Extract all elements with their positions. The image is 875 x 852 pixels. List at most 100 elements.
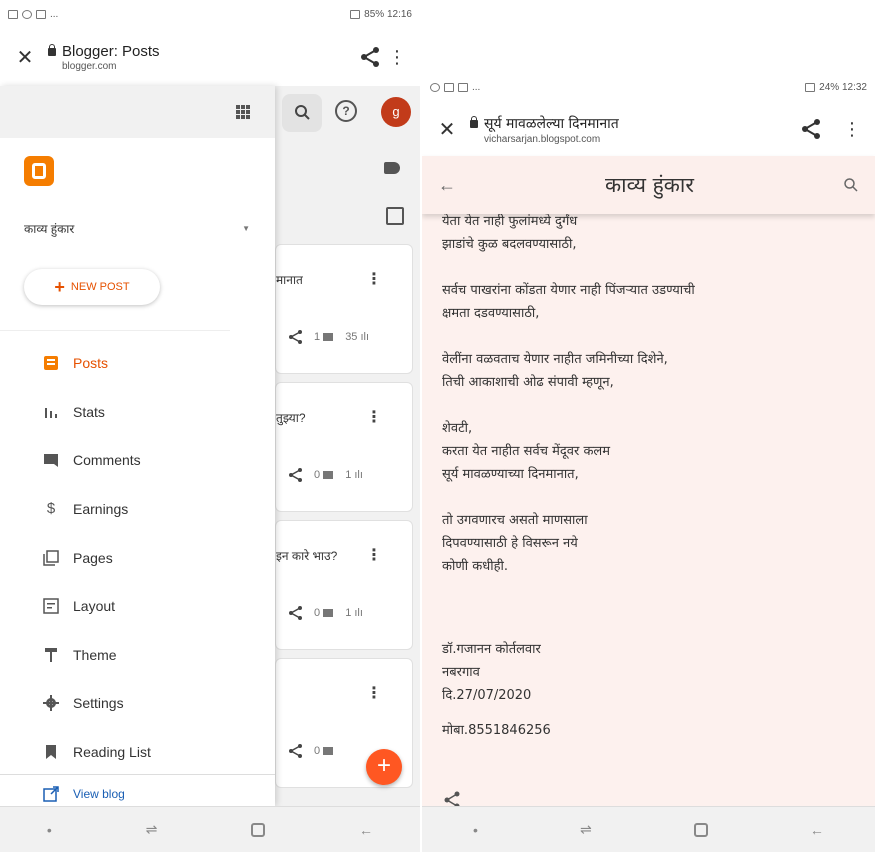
title-block[interactable]: Blogger: Posts blogger.com bbox=[62, 43, 358, 72]
facebook-icon bbox=[36, 9, 46, 19]
view-count: 1 ılı bbox=[345, 469, 363, 481]
cast-icon bbox=[805, 82, 816, 92]
comment-count: 0 bbox=[314, 607, 335, 619]
apps-grid-icon[interactable] bbox=[236, 105, 250, 119]
facebook-icon bbox=[444, 82, 454, 92]
page-title: Blogger: Posts bbox=[62, 42, 160, 60]
post-stats: 0 bbox=[276, 743, 335, 759]
divider bbox=[0, 330, 230, 331]
poem-stanza: सर्वच पाखरांना कोंडता येणार नाही पिंजऱ्य… bbox=[442, 279, 875, 325]
poem-line: झाडांचे कुळ बदलवण्यासाठी, bbox=[442, 237, 577, 252]
poem-line: सर्वच पाखरांना कोंडता येणार नाही पिंजऱ्य… bbox=[442, 283, 695, 298]
share-icon[interactable] bbox=[288, 467, 304, 483]
nav-label: Earnings bbox=[73, 501, 129, 518]
nav-item-stats[interactable]: Stats bbox=[0, 388, 275, 437]
earnings-icon: $ bbox=[46, 500, 56, 518]
home-icon[interactable] bbox=[251, 822, 266, 837]
post-menu-icon[interactable]: ⋮ bbox=[366, 683, 382, 703]
share-icon[interactable] bbox=[288, 605, 304, 621]
cast-icon bbox=[350, 9, 361, 19]
recents-icon[interactable]: ⇌ bbox=[580, 821, 592, 838]
page-title: सूर्य मावळलेल्या दिनमानात bbox=[484, 115, 619, 132]
dot-icon[interactable]: • bbox=[473, 822, 478, 838]
post-menu-icon[interactable]: ⋮ bbox=[366, 269, 382, 289]
nav-item-posts[interactable]: Posts bbox=[0, 339, 275, 388]
nav-item-comments[interactable]: Comments bbox=[0, 436, 275, 485]
view-blog-link[interactable]: View blog bbox=[43, 786, 125, 802]
title-block[interactable]: सूर्य मावळलेल्या दिनमानात vicharsarjan.b… bbox=[484, 114, 799, 145]
post-card[interactable]: तुझ्या? ⋮ 0 1 ılı bbox=[275, 382, 413, 512]
label-icon[interactable] bbox=[384, 162, 400, 174]
help-icon[interactable]: ? bbox=[335, 100, 357, 122]
share-icon[interactable] bbox=[358, 44, 384, 70]
search-button[interactable] bbox=[282, 94, 322, 132]
dot-icon[interactable]: • bbox=[47, 822, 52, 838]
battery-time: 24% 12:32 bbox=[819, 81, 867, 93]
close-icon[interactable]: ✕ bbox=[8, 45, 42, 70]
poem-line: वेलींना वळवताच येणार नाहीत जमिनीच्या दिश… bbox=[442, 352, 668, 367]
search-icon[interactable] bbox=[843, 177, 859, 193]
post-stats: 1 35 ılı bbox=[276, 329, 369, 345]
recents-icon[interactable]: ⇌ bbox=[146, 821, 158, 838]
post-menu-icon[interactable]: ⋮ bbox=[366, 407, 382, 427]
stats-icon bbox=[45, 407, 57, 418]
view-blog-label: View blog bbox=[73, 787, 125, 801]
comment-count: 0 bbox=[314, 745, 335, 757]
poem-line: दिपवण्यासाठी हे विसरून नये bbox=[442, 536, 578, 551]
close-icon[interactable]: ✕ bbox=[430, 117, 464, 142]
post-title: इन कारे भाउ? bbox=[276, 549, 338, 563]
author-phone: मोबा.8551846256 bbox=[442, 723, 551, 738]
system-nav-bar: • ⇌ ← bbox=[422, 806, 875, 852]
comment-icon bbox=[323, 471, 334, 480]
left-phone-screen: ... 85% 12:16 ✕ Blogger: Posts blogger.c… bbox=[0, 0, 420, 852]
open-external-icon bbox=[43, 786, 59, 802]
home-icon[interactable] bbox=[693, 822, 708, 837]
comment-icon bbox=[323, 609, 334, 618]
divider bbox=[0, 774, 275, 775]
post-title: तुझ्या? bbox=[276, 411, 306, 425]
nav-item-pages[interactable]: Pages bbox=[0, 533, 275, 582]
post-body: येता येत नाही फुलांमध्ये दुर्गंध झाडांचे… bbox=[422, 202, 875, 742]
new-post-button[interactable]: + NEW POST bbox=[24, 269, 160, 305]
layout-icon bbox=[43, 598, 59, 615]
comment-icon bbox=[323, 747, 334, 756]
status-more: ... bbox=[50, 8, 59, 20]
nav-item-theme[interactable]: Theme bbox=[0, 631, 275, 680]
nav-label: Theme bbox=[73, 646, 117, 663]
post-menu-icon[interactable]: ⋮ bbox=[366, 545, 382, 565]
post-card[interactable]: इन कारे भाउ? ⋮ 0 1 ılı bbox=[275, 520, 413, 650]
comment-count: 0 bbox=[314, 469, 335, 481]
overflow-menu-icon[interactable]: ⋮ bbox=[384, 48, 410, 66]
poem-line: तिची आकाशाची ओढ संपावी म्हणून, bbox=[442, 375, 614, 390]
nav-item-settings[interactable]: Settings bbox=[0, 679, 275, 728]
post-stats: 0 1 ılı bbox=[276, 605, 363, 621]
poem-stanza: येता येत नाही फुलांमध्ये दुर्गंध झाडांचे… bbox=[442, 210, 875, 256]
share-icon[interactable] bbox=[288, 329, 304, 345]
blogger-logo-icon bbox=[24, 156, 54, 186]
share-icon[interactable] bbox=[799, 116, 825, 142]
poem-line: सूर्य मावळण्याच्या दिनमानात, bbox=[442, 467, 579, 482]
post-date: दि.27/07/2020 bbox=[442, 688, 532, 703]
overflow-menu-icon[interactable]: ⋮ bbox=[839, 120, 865, 138]
back-icon[interactable]: ← bbox=[359, 822, 373, 838]
avatar[interactable]: g bbox=[381, 97, 411, 127]
share-icon[interactable] bbox=[288, 743, 304, 759]
blog-name: काव्य हुंकार bbox=[24, 222, 75, 236]
chevron-down-icon: ▼ bbox=[242, 224, 250, 233]
nav-item-layout[interactable]: Layout bbox=[0, 582, 275, 631]
new-post-fab[interactable]: + bbox=[366, 749, 402, 785]
poem-line: शेवटी, bbox=[442, 421, 473, 436]
nav-item-earnings[interactable]: $ Earnings bbox=[0, 485, 275, 534]
nav-item-reading-list[interactable]: Reading List bbox=[0, 728, 275, 777]
blog-header: ← काव्य हुंकार bbox=[422, 156, 875, 214]
blog-selector[interactable]: काव्य हुंकार ▼ bbox=[24, 220, 250, 237]
select-all-checkbox[interactable] bbox=[386, 207, 404, 225]
poem-line: तो उगवणारच असतो माणसाला bbox=[442, 513, 588, 528]
back-arrow-icon[interactable]: ← bbox=[438, 175, 456, 196]
post-title: मानात bbox=[276, 273, 303, 287]
back-icon[interactable]: ← bbox=[810, 822, 824, 838]
status-more: ... bbox=[472, 81, 481, 93]
posts-icon bbox=[44, 356, 58, 371]
post-card[interactable]: मानात ⋮ 1 35 ılı bbox=[275, 244, 413, 374]
right-phone-screen: ... 24% 12:32 ✕ सूर्य मावळलेल्या दिनमाना… bbox=[422, 72, 875, 852]
